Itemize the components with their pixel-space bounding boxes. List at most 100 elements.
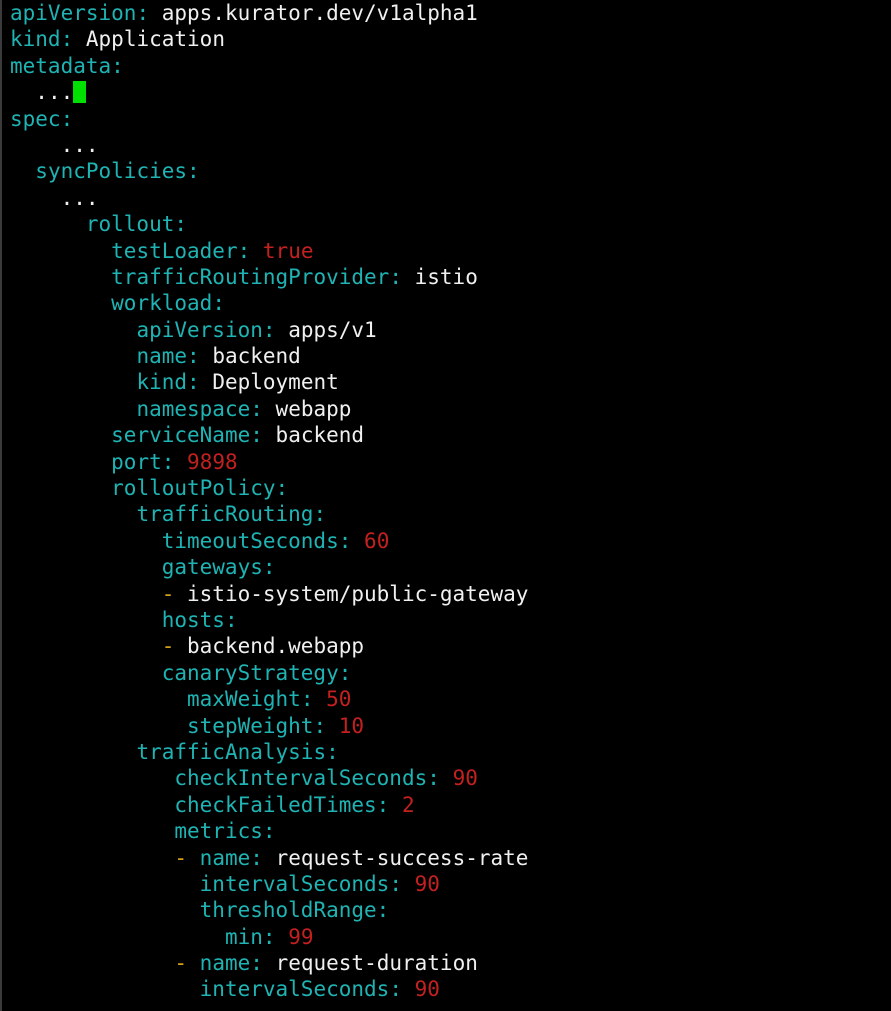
yaml-line: metrics:: [10, 818, 891, 844]
yaml-value: 99: [288, 924, 314, 949]
yaml-colon: :: [376, 792, 390, 817]
yaml-key: workload: [111, 291, 213, 316]
list-dash: -: [174, 845, 200, 870]
yaml-line: ...: [10, 132, 891, 158]
yaml-key: name: [199, 951, 251, 976]
yaml-key: trafficAnalysis: [136, 739, 327, 764]
yaml-key: maxWeight: [187, 687, 301, 712]
yaml-line: namespace: webapp: [10, 396, 891, 422]
yaml-colon: :: [250, 845, 263, 870]
list-dash: -: [174, 951, 200, 976]
yaml-value: webapp: [275, 396, 352, 421]
yaml-key: kind: [136, 370, 188, 395]
yaml-value: 50: [326, 687, 352, 712]
yaml-key: kind: [10, 27, 61, 52]
yaml-line: apiVersion: apps/v1: [10, 317, 891, 343]
yaml-key: min: [224, 924, 263, 949]
yaml-line: intervalSeconds: 90: [10, 871, 891, 897]
window-left-border: [0, 0, 2, 1011]
yaml-colon: :: [262, 819, 276, 844]
yaml-value: istio: [414, 264, 478, 289]
yaml-colon: :: [338, 660, 352, 685]
yaml-value: true: [262, 238, 314, 263]
ellipsis-text: ...: [60, 185, 99, 210]
yaml-value: istio-system/public-gateway: [187, 581, 529, 606]
yaml-line: checkFailedTimes: 2: [10, 792, 891, 818]
yaml-line: thresholdRange:: [10, 897, 891, 923]
yaml-key: thresholdRange: [199, 898, 377, 923]
yaml-colon: :: [60, 106, 74, 131]
yaml-colon: :: [427, 766, 440, 791]
yaml-colon: :: [389, 264, 402, 289]
yaml-line: stepWeight: 10: [10, 713, 891, 739]
yaml-line: serviceName: backend: [10, 422, 891, 448]
yaml-colon: :: [60, 27, 74, 52]
yaml-value: request-duration: [275, 951, 478, 976]
yaml-line: checkIntervalSeconds: 90: [10, 765, 891, 791]
yaml-key: gateways: [161, 555, 263, 580]
yaml-key: trafficRouting: [136, 502, 314, 527]
yaml-line: port: 9898: [10, 449, 891, 475]
yaml-line: - backend.webapp: [10, 633, 891, 659]
yaml-line: rolloutPolicy:: [10, 475, 891, 501]
yaml-colon: :: [389, 871, 402, 896]
text-cursor: [73, 81, 87, 104]
yaml-line: apiVersion: apps.kurator.dev/v1alpha1: [10, 0, 891, 26]
yaml-value: 90: [414, 977, 440, 1002]
yaml-key: rolloutPolicy: [111, 476, 276, 501]
yaml-key: intervalSeconds: [199, 871, 390, 896]
yaml-key: trafficRoutingProvider: [111, 264, 390, 289]
yaml-colon: :: [262, 555, 276, 580]
yaml-colon: :: [376, 898, 390, 923]
yaml-line: trafficRoutingProvider: istio: [10, 264, 891, 290]
yaml-colon: :: [212, 291, 225, 316]
yaml-key: serviceName: [111, 423, 251, 448]
yaml-line: rollout:: [10, 211, 891, 237]
ellipsis-text: ...: [60, 132, 99, 157]
yaml-colon: :: [262, 317, 276, 342]
yaml-colon: :: [338, 528, 352, 553]
yaml-colon: :: [187, 159, 200, 184]
yaml-colon: :: [326, 739, 339, 764]
yaml-value: 9898: [187, 449, 238, 474]
yaml-key: syncPolicies: [35, 159, 188, 184]
yaml-key: port: [111, 449, 162, 474]
yaml-line: syncPolicies:: [10, 158, 891, 184]
yaml-key: apiVersion: [136, 317, 263, 342]
terminal-editor[interactable]: apiVersion: apps.kurator.dev/v1alpha1 kin…: [0, 0, 891, 1011]
yaml-colon: :: [111, 53, 124, 78]
yaml-colon: :: [161, 449, 175, 474]
yaml-key: intervalSeconds: [199, 977, 390, 1002]
yaml-line: hosts:: [10, 607, 891, 633]
yaml-colon: :: [275, 476, 289, 501]
yaml-line: kind: Deployment: [10, 369, 891, 395]
yaml-colon: :: [136, 1, 150, 25]
yaml-key: name: [199, 845, 251, 870]
yaml-key: stepWeight: [187, 713, 314, 738]
yaml-line: gateways:: [10, 554, 891, 580]
ellipsis-text: ...: [35, 80, 74, 105]
yaml-value: 2: [401, 792, 415, 817]
yaml-line: timeoutSeconds: 60: [10, 528, 891, 554]
yaml-key: rollout: [85, 212, 175, 237]
